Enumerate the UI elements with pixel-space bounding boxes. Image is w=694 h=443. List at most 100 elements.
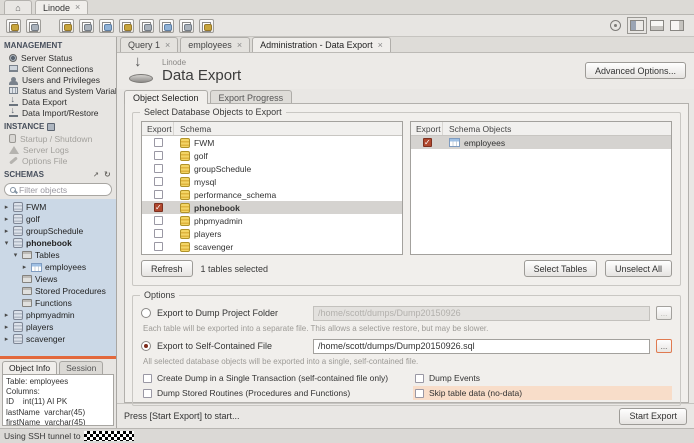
create-procedure-icon[interactable] xyxy=(119,19,134,33)
refresh-schemas-icon[interactable] xyxy=(104,171,112,179)
export-checkbox[interactable] xyxy=(154,242,163,251)
export-checkbox[interactable] xyxy=(154,177,163,186)
chevron-right-icon[interactable] xyxy=(3,323,10,331)
tree-item-schema[interactable]: FWM xyxy=(0,201,116,213)
create-function-icon[interactable] xyxy=(139,19,154,33)
table-row[interactable]: groupSchedule xyxy=(142,162,402,175)
tree-item-schema-phonebook[interactable]: phonebook xyxy=(0,237,116,249)
advanced-options-button[interactable]: Advanced Options... xyxy=(585,62,686,79)
chevron-right-icon[interactable] xyxy=(3,335,10,343)
toggle-sidebar-icon[interactable] xyxy=(630,20,644,31)
schema-filter-input[interactable]: Filter objects xyxy=(4,183,112,196)
tree-item-table-employees[interactable]: employees xyxy=(0,261,116,273)
export-checkbox[interactable] xyxy=(154,216,163,225)
select-tables-button[interactable]: Select Tables xyxy=(524,260,597,277)
chevron-right-icon[interactable] xyxy=(3,227,10,235)
skip-table-data-checkbox[interactable] xyxy=(415,389,424,398)
sidebar-item-status-variables[interactable]: Status and System Variables xyxy=(0,85,116,96)
self-contained-radio[interactable] xyxy=(141,341,151,351)
close-icon[interactable]: × xyxy=(378,41,383,50)
close-icon[interactable]: × xyxy=(165,41,170,50)
tab-object-info[interactable]: Object Info xyxy=(2,361,57,374)
table-row[interactable]: phpmyadmin xyxy=(142,214,402,227)
dump-events-checkbox[interactable] xyxy=(415,374,424,383)
sidebar-item-options-file[interactable]: Options File xyxy=(0,155,116,166)
tab-session[interactable]: Session xyxy=(59,361,103,374)
chevron-down-icon[interactable] xyxy=(12,251,19,259)
table-row-selected[interactable]: phonebook xyxy=(142,201,402,214)
table-row[interactable]: golf xyxy=(142,149,402,162)
export-checkbox[interactable] xyxy=(154,164,163,173)
unselect-all-button[interactable]: Unselect All xyxy=(605,260,672,277)
dump-events-checkbox-row[interactable]: Dump Events xyxy=(413,371,672,385)
chevron-down-icon[interactable] xyxy=(3,239,10,247)
sidebar-item-client-connections[interactable]: Client Connections xyxy=(0,63,116,74)
skip-table-data-checkbox-row[interactable]: Skip table data (no-data) xyxy=(413,386,672,400)
tree-item-schema[interactable]: phpmyadmin xyxy=(0,309,116,321)
close-icon[interactable]: × xyxy=(237,41,242,50)
refresh-button[interactable]: Refresh xyxy=(141,260,193,277)
export-checkbox-checked[interactable] xyxy=(423,138,432,147)
table-row[interactable]: mysql xyxy=(142,175,402,188)
single-transaction-checkbox[interactable] xyxy=(143,374,152,383)
tree-item-schema[interactable]: groupSchedule xyxy=(0,225,116,237)
sidebar-item-server-status[interactable]: Server Status xyxy=(0,52,116,63)
chevron-right-icon[interactable] xyxy=(21,263,28,271)
dump-routines-checkbox-row[interactable]: Dump Stored Routines (Procedures and Fun… xyxy=(141,386,413,400)
create-table-icon[interactable] xyxy=(79,19,94,33)
tab-query-1[interactable]: Query 1 × xyxy=(120,37,178,52)
toggle-secondary-sidebar-icon[interactable] xyxy=(670,20,684,31)
start-export-button[interactable]: Start Export xyxy=(619,408,687,425)
create-trigger-icon[interactable] xyxy=(159,19,174,33)
tree-item-schema[interactable]: players xyxy=(0,321,116,333)
close-icon[interactable]: × xyxy=(75,3,80,12)
browse-file-button[interactable]: ... xyxy=(656,339,672,353)
tree-item-views-group[interactable]: Views xyxy=(0,273,116,285)
export-checkbox[interactable] xyxy=(154,229,163,238)
home-tab[interactable] xyxy=(4,0,32,14)
export-checkbox[interactable] xyxy=(154,151,163,160)
search-objects-icon[interactable] xyxy=(179,19,194,33)
export-checkbox[interactable] xyxy=(154,138,163,147)
tab-employees[interactable]: employees × xyxy=(180,37,250,52)
tab-export-progress[interactable]: Export Progress xyxy=(210,90,293,104)
create-view-icon[interactable] xyxy=(99,19,114,33)
chevron-right-icon[interactable] xyxy=(3,311,10,319)
sidebar-item-data-import[interactable]: Data Import/Restore xyxy=(0,107,116,118)
tree-item-schema[interactable]: golf xyxy=(0,213,116,225)
tab-object-selection[interactable]: Object Selection xyxy=(124,90,208,104)
reconnect-db-icon[interactable] xyxy=(199,19,214,33)
export-checkbox-checked[interactable] xyxy=(154,203,163,212)
browse-folder-button[interactable]: ... xyxy=(656,306,672,320)
connection-tab[interactable]: Linode × xyxy=(35,0,88,14)
open-sql-script-icon[interactable] xyxy=(26,19,41,33)
tab-administration-data-export[interactable]: Administration - Data Export × xyxy=(252,37,391,52)
table-row-selected[interactable]: employees xyxy=(411,136,671,149)
export-checkbox[interactable] xyxy=(154,190,163,199)
chevron-right-icon[interactable] xyxy=(3,215,10,223)
table-row[interactable]: FWM xyxy=(142,136,402,149)
chevron-right-icon[interactable] xyxy=(3,203,10,211)
self-contained-path-input[interactable] xyxy=(313,339,650,354)
toggle-output-area-icon[interactable] xyxy=(650,20,664,31)
sidebar-item-server-logs[interactable]: Server Logs xyxy=(0,144,116,155)
new-sql-tab-icon[interactable] xyxy=(6,19,21,33)
expand-schemas-icon[interactable] xyxy=(93,171,101,179)
table-row[interactable]: scavenger xyxy=(142,240,402,253)
sidebar-item-data-export[interactable]: Data Export xyxy=(0,96,116,107)
tree-item-procedures-group[interactable]: Stored Procedures xyxy=(0,285,116,297)
dump-folder-radio[interactable] xyxy=(141,308,151,318)
single-transaction-checkbox-row[interactable]: Create Dump in a Single Transaction (sel… xyxy=(141,371,413,385)
dump-routines-checkbox[interactable] xyxy=(143,389,152,398)
sidebar-item-users-privileges[interactable]: Users and Privileges xyxy=(0,74,116,85)
table-row[interactable]: performance_schema xyxy=(142,188,402,201)
create-schema-icon[interactable] xyxy=(59,19,74,33)
tree-item-schema[interactable]: scavenger xyxy=(0,333,116,345)
schema-icon xyxy=(180,242,190,252)
page-title: Data Export xyxy=(162,67,241,84)
tree-item-tables-group[interactable]: Tables xyxy=(0,249,116,261)
sidebar-item-startup-shutdown[interactable]: Startup / Shutdown xyxy=(0,133,116,144)
dump-folder-path-input[interactable] xyxy=(313,306,650,321)
tree-item-functions-group[interactable]: Functions xyxy=(0,297,116,309)
table-row[interactable]: players xyxy=(142,227,402,240)
